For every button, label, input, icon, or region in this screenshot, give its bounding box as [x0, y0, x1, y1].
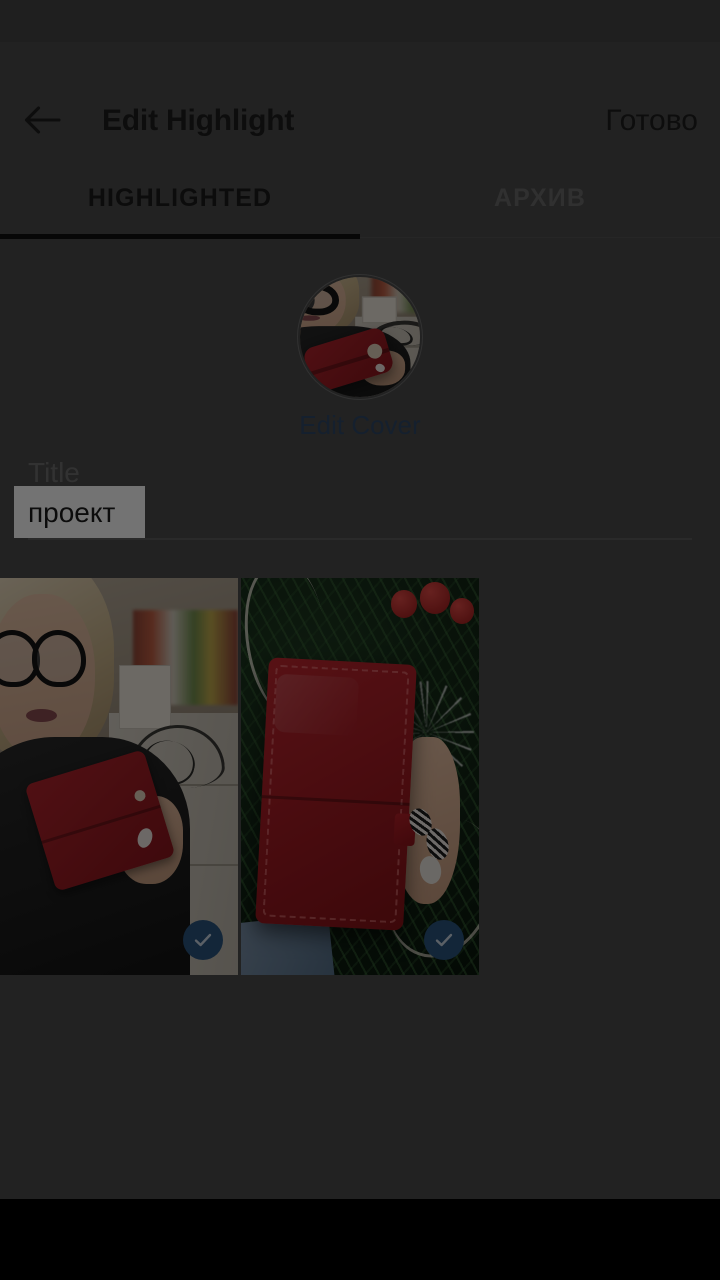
highlight-cover[interactable]: [297, 274, 423, 400]
edit-cover-button[interactable]: Edit Cover: [0, 410, 720, 441]
status-bar: [0, 0, 720, 42]
check-icon: [432, 928, 456, 952]
tab-archive[interactable]: АРХИВ: [360, 160, 720, 236]
title-field-underline: [28, 538, 692, 540]
title-input[interactable]: проект: [28, 497, 115, 529]
done-button[interactable]: Готово: [605, 104, 698, 138]
cover-thumbnail: [300, 277, 420, 397]
tab-bar: HIGHLIGHTED АРХИВ: [0, 160, 720, 239]
story-grid: [0, 578, 480, 975]
page-title: Edit Highlight: [102, 104, 295, 137]
tab-active-indicator: [0, 234, 360, 239]
tab-highlighted[interactable]: HIGHLIGHTED: [0, 160, 360, 236]
back-button[interactable]: [14, 100, 70, 140]
story-selected-badge[interactable]: [424, 920, 464, 960]
title-field-label: Title: [28, 457, 80, 488]
tab-bar-divider: [360, 237, 720, 238]
navigation-bar: [0, 1199, 720, 1280]
cover-photo-illustration: [300, 277, 420, 397]
story-photo-illustration: [241, 578, 479, 975]
phone-screen: Edit Highlight Готово HIGHLIGHTED АРХИВ: [0, 0, 720, 1280]
back-arrow-icon: [23, 105, 61, 135]
story-thumbnail[interactable]: [241, 578, 479, 975]
story-photo-illustration: [0, 578, 238, 975]
edit-highlight-screen: Edit Highlight Готово HIGHLIGHTED АРХИВ: [0, 42, 720, 1199]
check-icon: [191, 928, 215, 952]
story-selected-badge[interactable]: [183, 920, 223, 960]
story-thumbnail[interactable]: [0, 578, 238, 975]
action-bar: Edit Highlight Готово: [0, 42, 720, 137]
